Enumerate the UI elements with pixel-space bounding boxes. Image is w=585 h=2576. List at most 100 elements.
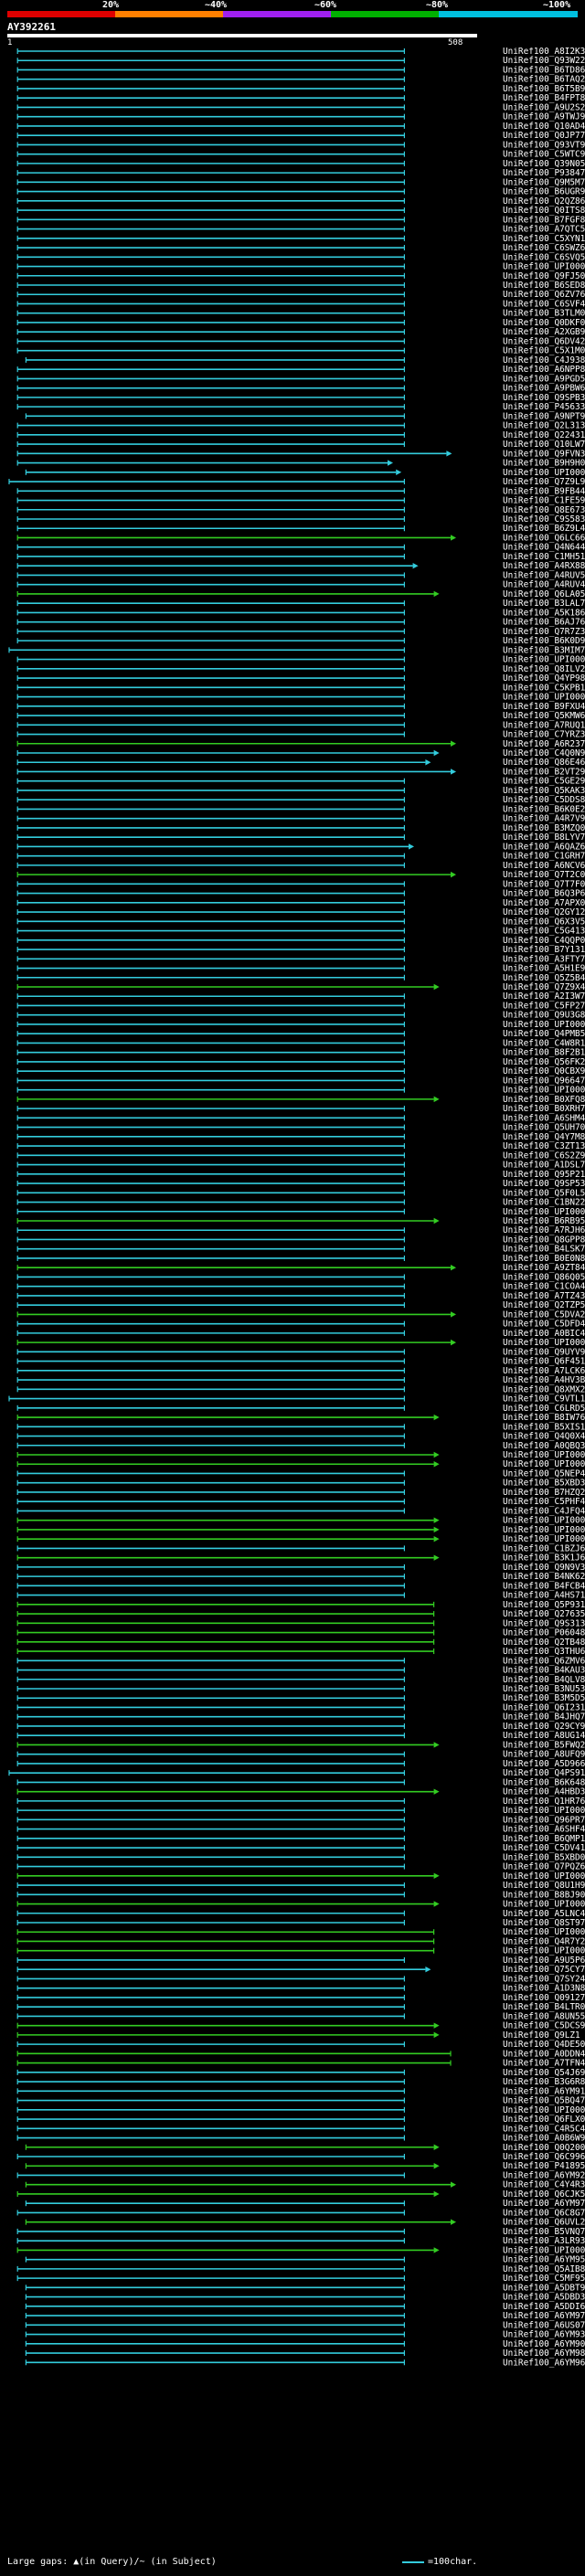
- hit-row[interactable]: UniRef100_C4JFQ4: [16, 1506, 585, 1516]
- hit-row[interactable]: UniRef100_B3MIM7: [8, 645, 585, 655]
- hit-row[interactable]: UniRef100_B6TAQ2: [16, 75, 585, 85]
- hit-row[interactable]: UniRef100_A7RJH6: [16, 1225, 585, 1235]
- hit-label[interactable]: UniRef100_A6YM96: [503, 2358, 585, 2368]
- hit-row[interactable]: UniRef100_B9FB44: [16, 486, 585, 496]
- hit-row[interactable]: UniRef100_C5DV41: [16, 1843, 585, 1853]
- hit-row[interactable]: UniRef100_B3TLM0: [16, 309, 585, 319]
- hit-row[interactable]: UniRef100_Q93VT9: [16, 140, 585, 150]
- hit-row[interactable]: UniRef100_C5DCS9: [16, 2021, 585, 2031]
- hit-row[interactable]: UniRef100_A9U2S2: [16, 102, 585, 112]
- hit-row[interactable]: UniRef100_B6TD86: [16, 65, 585, 75]
- hit-row[interactable]: UniRef100_Q4N644: [16, 543, 585, 553]
- hit-row[interactable]: UniRef100_Q2L313: [16, 421, 585, 431]
- hit-row[interactable]: UniRef100_A6SHM4: [16, 1113, 585, 1123]
- hit-row[interactable]: UniRef100_C5DFD4: [16, 1320, 585, 1330]
- hit-row[interactable]: UniRef100_B6QMP1: [16, 1834, 585, 1844]
- hit-row[interactable]: UniRef100_C9S583: [16, 514, 585, 525]
- hit-row[interactable]: UniRef100_Q4YP98: [16, 673, 585, 684]
- hit-row[interactable]: UniRef100_C5PHF4: [16, 1497, 585, 1507]
- hit-row[interactable]: UniRef100_Q4DE50: [16, 2040, 585, 2050]
- hit-row[interactable]: UniRef100_Q9FJ50: [16, 271, 585, 281]
- hit-row[interactable]: UniRef100_Q9U3G8: [16, 1011, 585, 1021]
- hit-row[interactable]: UniRef100_Q4R7Y2: [16, 1936, 585, 1946]
- hit-row[interactable]: UniRef100_A6YM91: [16, 2086, 585, 2096]
- hit-row[interactable]: UniRef100_A4RX88: [16, 561, 585, 571]
- hit-row[interactable]: UniRef100_B4FCB4: [16, 1581, 585, 1591]
- hit-row[interactable]: UniRef100_Q29CY9: [16, 1722, 585, 1732]
- hit-row[interactable]: UniRef100_A6YM90: [25, 2339, 585, 2349]
- hit-row[interactable]: UniRef100_UPI000...: [16, 655, 585, 665]
- hit-row[interactable]: UniRef100_Q8U1H9: [16, 1881, 585, 1891]
- hit-row[interactable]: UniRef100_Q6LA05: [16, 589, 585, 599]
- hit-row[interactable]: UniRef100_Q5P931: [16, 1600, 585, 1610]
- hit-row[interactable]: UniRef100_C1FE59: [16, 496, 585, 506]
- hit-row[interactable]: UniRef100_C1BZJ6: [16, 1543, 585, 1553]
- hit-row[interactable]: UniRef100_C5G413: [16, 927, 585, 937]
- hit-row[interactable]: UniRef100_P45633: [16, 402, 585, 412]
- hit-row[interactable]: UniRef100_C6LRD5: [16, 1404, 585, 1414]
- hit-row[interactable]: UniRef100_Q27635: [16, 1609, 585, 1619]
- hit-row[interactable]: UniRef100_Q7PQZ6: [16, 1862, 585, 1872]
- hit-row[interactable]: UniRef100_A4RUV4: [16, 580, 585, 590]
- hit-row[interactable]: UniRef100_C5MF95: [16, 2274, 585, 2284]
- hit-row[interactable]: UniRef100_C5WTC9: [16, 150, 585, 160]
- hit-row[interactable]: UniRef100_A6YM97: [25, 2311, 585, 2321]
- hit-row[interactable]: UniRef100_A0DDN4: [16, 2049, 585, 2059]
- hit-row[interactable]: UniRef100_B5VNQ7: [16, 2227, 585, 2237]
- hit-row[interactable]: UniRef100_B4LSK7: [16, 1245, 585, 1255]
- hit-row[interactable]: UniRef100_B0XRH7: [16, 1104, 585, 1114]
- hit-row[interactable]: UniRef100_Q6F451: [16, 1357, 585, 1367]
- hit-row[interactable]: UniRef100_B0E0N8: [16, 1254, 585, 1264]
- hit-row[interactable]: UniRef100_Q6ZMV6: [16, 1656, 585, 1666]
- hit-row[interactable]: UniRef100_Q0ITS8: [16, 206, 585, 216]
- hit-row[interactable]: UniRef100_A9PGD5: [16, 374, 585, 384]
- hit-row[interactable]: UniRef100_A7TFN4: [16, 2059, 585, 2069]
- hit-row[interactable]: UniRef100_Q6X3V5: [16, 917, 585, 927]
- hit-row[interactable]: UniRef100_Q96PR7: [16, 1815, 585, 1825]
- hit-row[interactable]: UniRef100_Q5UH70: [16, 1123, 585, 1133]
- hit-row[interactable]: UniRef100_A7QTC5: [16, 225, 585, 235]
- hit-row[interactable]: UniRef100_B6Q3P6: [16, 889, 585, 899]
- hit-row[interactable]: UniRef100_C6SWZ6: [16, 243, 585, 253]
- hit-row[interactable]: UniRef100_B6K0E2: [16, 804, 585, 814]
- hit-row[interactable]: UniRef100_B6AJ76: [16, 618, 585, 628]
- hit-row[interactable]: UniRef100_UPI000...: [16, 1927, 585, 1937]
- hit-row[interactable]: UniRef100_B8BJ90: [16, 1890, 585, 1900]
- hit-row[interactable]: UniRef100_Q0CBX9: [16, 1066, 585, 1076]
- hit-row[interactable]: UniRef100_C1MH51: [16, 552, 585, 562]
- hit-row[interactable]: UniRef100_C4J938: [25, 355, 585, 366]
- hit-row[interactable]: UniRef100_A6NPP8: [16, 365, 585, 375]
- hit-row[interactable]: UniRef100_Q5NEP4: [16, 1468, 585, 1479]
- hit-row[interactable]: UniRef100_P06048: [16, 1628, 585, 1638]
- hit-row[interactable]: UniRef100_A7LCK6: [16, 1366, 585, 1376]
- hit-row[interactable]: UniRef100_B4FPT8: [16, 93, 585, 103]
- hit-row[interactable]: UniRef100_A5H1E9: [16, 964, 585, 974]
- hit-row[interactable]: UniRef100_UPI000...: [16, 1525, 585, 1535]
- hit-row[interactable]: UniRef100_Q5AIB8: [16, 2264, 585, 2274]
- hit-row[interactable]: UniRef100_Q1HR76: [16, 1797, 585, 1807]
- hit-row[interactable]: UniRef100_A6NCV6: [16, 861, 585, 871]
- hit-row[interactable]: UniRef100_B3M5D5: [16, 1693, 585, 1703]
- hit-row[interactable]: UniRef100_A9NPT9: [25, 411, 585, 421]
- hit-row[interactable]: UniRef100_UPI000...: [16, 1534, 585, 1544]
- hit-row[interactable]: UniRef100_P93847: [16, 168, 585, 178]
- hit-row[interactable]: UniRef100_A4HV3B: [16, 1375, 585, 1385]
- hit-row[interactable]: UniRef100_A7RUQ1: [16, 720, 585, 730]
- hit-row[interactable]: UniRef100_UPI000...: [16, 262, 585, 272]
- hit-row[interactable]: UniRef100_C4Q0N9: [16, 748, 585, 758]
- hit-row[interactable]: UniRef100_B3LAL7: [16, 599, 585, 609]
- hit-row[interactable]: UniRef100_C5FP27: [16, 1001, 585, 1011]
- hit-row[interactable]: UniRef100_Q2QZ86: [16, 196, 585, 207]
- hit-row[interactable]: UniRef100_Q9SP53: [16, 1179, 585, 1189]
- hit-row[interactable]: UniRef100_Q9UYV9: [16, 1347, 585, 1357]
- hit-row[interactable]: UniRef100_A6YM98: [25, 2348, 585, 2359]
- hit-row[interactable]: UniRef100_Q56FK2: [16, 1057, 585, 1067]
- hit-row[interactable]: UniRef100_B6RB95: [16, 1216, 585, 1226]
- hit-row[interactable]: UniRef100_C6SVQ5: [16, 252, 585, 262]
- hit-row[interactable]: UniRef100_Q0JP77: [16, 131, 585, 141]
- hit-row[interactable]: UniRef100_A8UN55: [16, 2011, 585, 2021]
- hit-row[interactable]: UniRef100_C5DDS8: [16, 795, 585, 805]
- hit-row[interactable]: UniRef100_UPI000...: [16, 2245, 585, 2255]
- hit-row[interactable]: UniRef100_A9U5P6: [16, 1956, 585, 1966]
- hit-row[interactable]: UniRef100_B3NU53: [16, 1684, 585, 1694]
